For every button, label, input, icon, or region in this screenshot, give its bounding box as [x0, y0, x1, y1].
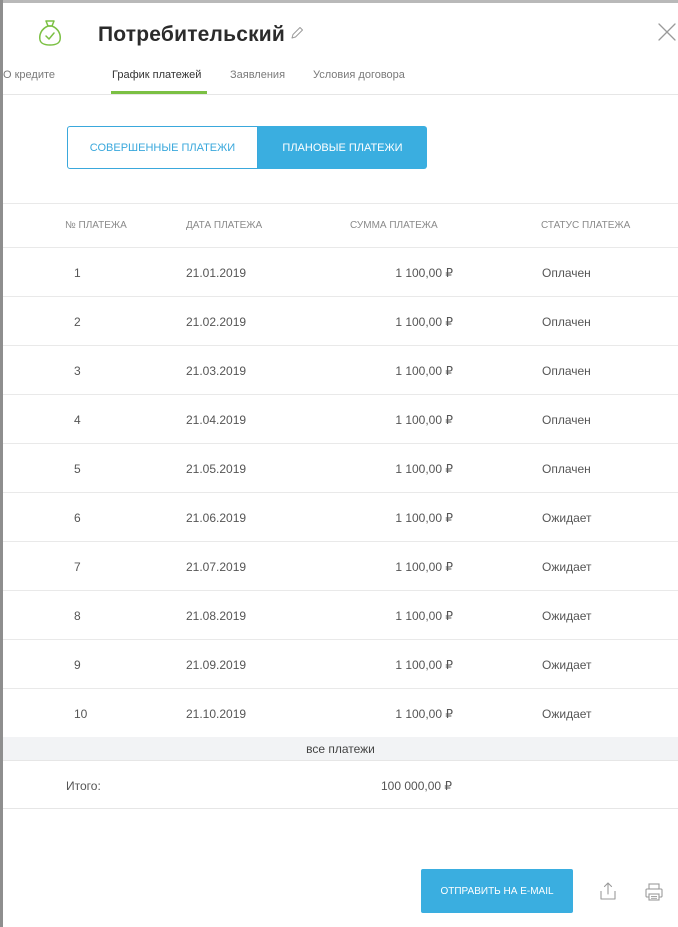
close-icon[interactable]: [658, 23, 676, 41]
payment-number: 6: [74, 511, 81, 525]
tab-contract-terms[interactable]: Условия договора: [313, 69, 405, 81]
header-payment-date: Дата платежа: [186, 220, 263, 231]
payment-sum: 1 100,00 ₽: [395, 364, 453, 378]
payment-date: 21.01.2019: [186, 266, 247, 280]
payment-number: 3: [74, 364, 81, 378]
table-row: 5 21.05.2019 1 100,00 ₽ Оплачен: [3, 444, 678, 493]
pencil-icon[interactable]: [289, 25, 305, 41]
payment-sum: 1 100,00 ₽: [395, 462, 453, 476]
share-icon[interactable]: [599, 881, 617, 901]
header-payment-number: № платежа: [65, 220, 127, 231]
total-row: Итого: 100 000,00 ₽: [3, 761, 678, 809]
payment-status: Оплачен: [542, 266, 591, 280]
send-email-button[interactable]: Отправить на e-mail: [421, 869, 573, 913]
payment-sum: 1 100,00 ₽: [395, 560, 453, 574]
table-row: 6 21.06.2019 1 100,00 ₽ Ожидает: [3, 493, 678, 542]
payment-date: 21.04.2019: [186, 413, 247, 427]
all-payments-link[interactable]: все платежи: [3, 737, 678, 761]
payment-sum: 1 100,00 ₽: [395, 511, 453, 525]
payment-sum: 1 100,00 ₽: [395, 658, 453, 672]
tab-payment-schedule[interactable]: График платежей: [112, 69, 201, 81]
table-row: 1 21.01.2019 1 100,00 ₽ Оплачен: [3, 248, 678, 297]
payment-status: Оплачен: [542, 462, 591, 476]
payment-number: 7: [74, 560, 81, 574]
tab-applications[interactable]: Заявления: [230, 69, 285, 81]
table-row: 10 21.10.2019 1 100,00 ₽ Ожидает: [3, 689, 678, 738]
table-header: № платежа Дата платежа Сумма платежа Ста…: [3, 203, 678, 248]
total-label: Итого:: [66, 779, 101, 793]
payment-date: 21.06.2019: [186, 511, 247, 525]
table-row: 8 21.08.2019 1 100,00 ₽ Ожидает: [3, 591, 678, 640]
payment-status: Ожидает: [542, 658, 592, 672]
payment-number: 5: [74, 462, 81, 476]
payment-sum: 1 100,00 ₽: [395, 609, 453, 623]
payment-date: 21.02.2019: [186, 315, 247, 329]
payment-date: 21.10.2019: [186, 707, 247, 721]
payment-status: Ожидает: [542, 511, 592, 525]
table-row: 9 21.09.2019 1 100,00 ₽ Ожидает: [3, 640, 678, 689]
page-title: Потребительский: [98, 23, 286, 46]
payment-date: 21.09.2019: [186, 658, 247, 672]
payment-sum: 1 100,00 ₽: [395, 413, 453, 427]
tab-bar: О кредите График платежей Заявления Усло…: [3, 65, 678, 95]
table-row: 3 21.03.2019 1 100,00 ₽ Оплачен: [3, 346, 678, 395]
payment-date: 21.03.2019: [186, 364, 247, 378]
print-icon[interactable]: [644, 882, 664, 902]
header-payment-sum: Сумма платежа: [350, 220, 438, 231]
payment-number: 4: [74, 413, 81, 427]
table-row: 2 21.02.2019 1 100,00 ₽ Оплачен: [3, 297, 678, 346]
payment-status: Оплачен: [542, 364, 591, 378]
payment-date: 21.07.2019: [186, 560, 247, 574]
payment-number: 9: [74, 658, 81, 672]
payment-date: 21.05.2019: [186, 462, 247, 476]
payment-number: 10: [74, 707, 88, 721]
payment-status: Ожидает: [542, 707, 592, 721]
payment-sum: 1 100,00 ₽: [395, 315, 453, 329]
money-bag-icon: [35, 17, 65, 47]
payment-status: Ожидает: [542, 609, 592, 623]
credit-modal: Потребительский О кредите График платеже…: [3, 3, 678, 927]
payments-table: № платежа Дата платежа Сумма платежа Ста…: [3, 203, 678, 738]
active-tab-indicator: [111, 91, 207, 94]
payment-status: Оплачен: [542, 413, 591, 427]
payment-status: Ожидает: [542, 560, 592, 574]
payment-number: 1: [74, 266, 81, 280]
header-payment-status: Статус платежа: [541, 220, 631, 231]
total-value: 100 000,00 ₽: [381, 779, 453, 793]
table-row: 7 21.07.2019 1 100,00 ₽ Ожидает: [3, 542, 678, 591]
payment-number: 8: [74, 609, 81, 623]
completed-payments-toggle[interactable]: Совершенные платежи: [67, 126, 258, 169]
payment-sum: 1 100,00 ₽: [395, 707, 453, 721]
payment-number: 2: [74, 315, 81, 329]
modal-header: Потребительский: [3, 3, 678, 59]
payment-status: Оплачен: [542, 315, 591, 329]
payment-date: 21.08.2019: [186, 609, 247, 623]
payment-sum: 1 100,00 ₽: [395, 266, 453, 280]
tab-about-credit[interactable]: О кредите: [3, 69, 55, 81]
table-row: 4 21.04.2019 1 100,00 ₽ Оплачен: [3, 395, 678, 444]
planned-payments-toggle[interactable]: Плановые платежи: [258, 126, 427, 169]
